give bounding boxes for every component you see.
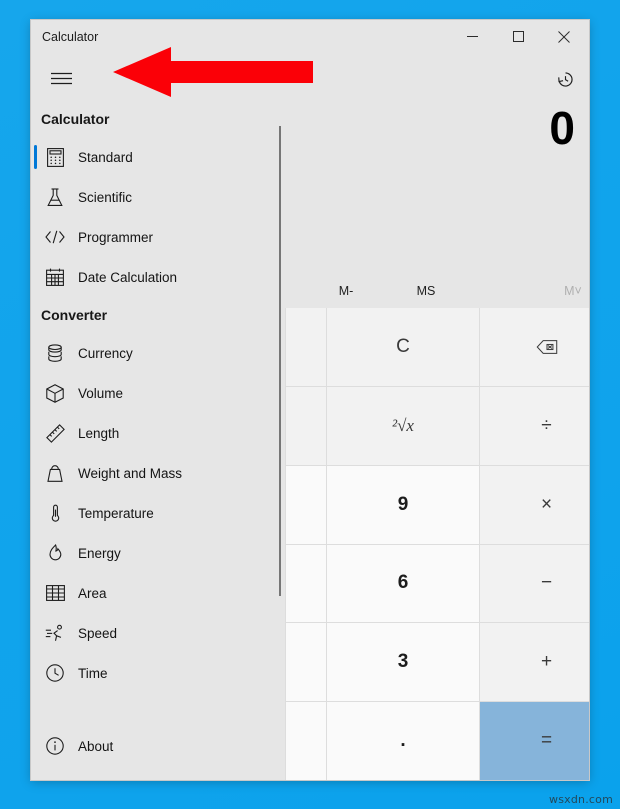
key-hidden[interactable] xyxy=(286,386,326,465)
code-icon xyxy=(41,223,69,251)
grid-icon xyxy=(41,579,69,607)
app-body: 0 M- MS M˅ C ²√x ÷ 9 × 6 − 3 + . = Calcu… xyxy=(31,56,589,780)
memory-store-button[interactable]: MS xyxy=(396,274,456,308)
memory-dropdown-button[interactable]: M˅ xyxy=(543,274,589,308)
sidebar-scrollbar-thumb[interactable] xyxy=(279,126,281,596)
memory-minus-button[interactable]: M- xyxy=(316,274,376,308)
key-9[interactable]: 9 xyxy=(327,465,479,544)
sidebar-item-standard[interactable]: Standard xyxy=(31,137,285,177)
history-icon xyxy=(557,71,573,87)
cube-icon xyxy=(41,379,69,407)
window-title: Calculator xyxy=(42,30,99,44)
key-equals[interactable]: = xyxy=(480,702,589,780)
key-decimal[interactable]: . xyxy=(327,702,479,780)
sidebar-item-label: Scientific xyxy=(78,189,133,205)
sidebar-scrollbar[interactable] xyxy=(276,56,285,780)
flask-icon xyxy=(41,183,69,211)
key-3[interactable]: 3 xyxy=(327,623,479,702)
coins-icon xyxy=(41,339,69,367)
sidebar-item-label: Volume xyxy=(78,385,124,401)
key-hidden[interactable] xyxy=(286,465,326,544)
sidebar-item-speed[interactable]: Speed xyxy=(31,613,285,653)
sidebar-item-volume[interactable]: Volume xyxy=(31,373,285,413)
clock-icon xyxy=(41,659,69,687)
sidebar-item-label: Area xyxy=(78,585,107,601)
sidebar-item-label: Length xyxy=(78,425,120,441)
sidebar-item-length[interactable]: Length xyxy=(31,413,285,453)
hamburger-icon xyxy=(50,72,72,85)
key-hidden[interactable] xyxy=(286,702,326,780)
maximize-icon xyxy=(512,31,524,42)
minimize-button[interactable] xyxy=(449,20,495,53)
sidebar-item-label: Energy xyxy=(78,545,121,561)
ruler-icon xyxy=(41,419,69,447)
key-square-root[interactable]: ²√x xyxy=(327,386,479,465)
sidebar-item-label: About xyxy=(78,738,114,754)
key-divide[interactable]: ÷ xyxy=(480,386,589,465)
key-hidden[interactable] xyxy=(286,544,326,623)
watermark: wsxdn.com xyxy=(549,793,613,806)
key-6[interactable]: 6 xyxy=(327,544,479,623)
flame-icon xyxy=(41,539,69,567)
history-button[interactable] xyxy=(545,60,585,98)
close-icon xyxy=(558,30,570,43)
sidebar-item-label: Weight and Mass xyxy=(78,465,183,481)
sidebar-item-temperature[interactable]: Temperature xyxy=(31,493,285,533)
hamburger-menu-button[interactable] xyxy=(41,61,81,97)
nav-group-header-calculator: Calculator xyxy=(41,111,110,127)
key-subtract[interactable]: − xyxy=(480,544,589,623)
calculator-window: Calculator 0 M- MS M˅ C ²√x ÷ 9 × 6 − 3 … xyxy=(31,20,589,780)
sidebar-item-scientific[interactable]: Scientific xyxy=(31,177,285,217)
key-square-root-label: ²√x xyxy=(392,415,414,435)
close-button[interactable] xyxy=(541,20,587,53)
navigation-list[interactable]: Calculator Standard Scientific Programme… xyxy=(31,101,285,720)
sidebar-item-time[interactable]: Time xyxy=(31,653,285,693)
sidebar-item-label: Currency xyxy=(78,345,133,361)
key-hidden[interactable] xyxy=(286,623,326,702)
sidebar-item-programmer[interactable]: Programmer xyxy=(31,217,285,257)
sidebar-item-label: Programmer xyxy=(78,229,154,245)
thermometer-icon xyxy=(41,499,69,527)
nav-group-header-converter: Converter xyxy=(41,307,108,323)
speed-icon xyxy=(41,619,69,647)
navigation-header xyxy=(31,56,285,101)
info-icon xyxy=(41,732,69,760)
sidebar-item-label: Temperature xyxy=(78,505,154,521)
sidebar-item-energy[interactable]: Energy xyxy=(31,533,285,573)
sidebar-item-currency[interactable]: Currency xyxy=(31,333,285,373)
display-value: 0 xyxy=(549,102,575,154)
key-clear[interactable]: C xyxy=(327,308,479,386)
sidebar-item-weight-and-mass[interactable]: Weight and Mass xyxy=(31,453,285,493)
sidebar-item-label: Standard xyxy=(78,149,133,165)
minimize-icon xyxy=(466,36,478,37)
sidebar-item-area[interactable]: Area xyxy=(31,573,285,613)
key-multiply[interactable]: × xyxy=(480,465,589,544)
key-hidden[interactable] xyxy=(286,308,326,386)
title-bar: Calculator xyxy=(31,20,589,56)
sidebar-item-label: Time xyxy=(78,665,108,681)
key-add[interactable]: + xyxy=(480,623,589,702)
calculator-icon xyxy=(41,143,69,171)
navigation-footer: About xyxy=(31,726,285,774)
sidebar-item-date-calculation[interactable]: Date Calculation xyxy=(31,257,285,297)
weight-icon xyxy=(41,459,69,487)
backspace-icon xyxy=(536,340,557,354)
navigation-pane: Calculator Standard Scientific Programme… xyxy=(31,56,285,780)
maximize-button[interactable] xyxy=(495,20,541,53)
sidebar-item-label: Date Calculation xyxy=(78,269,178,285)
sidebar-item-label: Speed xyxy=(78,625,118,641)
sidebar-item-about[interactable]: About xyxy=(31,726,285,766)
key-backspace[interactable] xyxy=(480,308,589,386)
calendar-icon xyxy=(41,263,69,291)
